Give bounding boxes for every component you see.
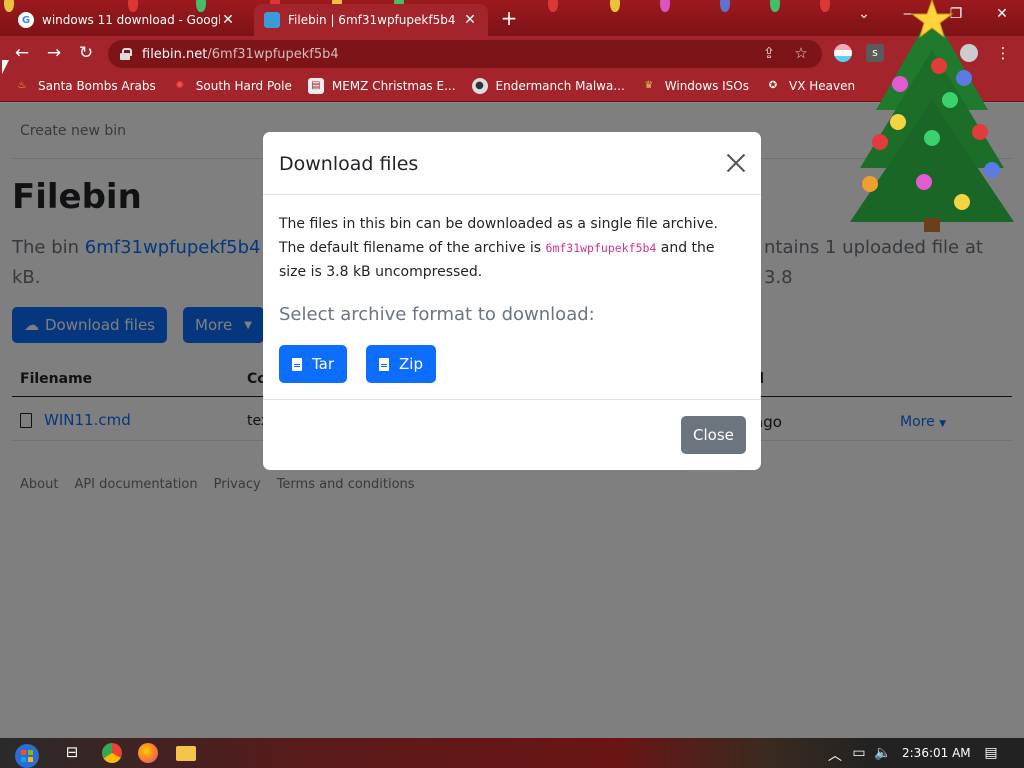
firefox-taskbar-icon[interactable] [138, 743, 158, 763]
modal-footer-divider [263, 399, 761, 400]
button-label: Tar [312, 355, 335, 373]
logo-icon: ✪ [768, 80, 778, 91]
download-files-modal: Download files The files in this bin can… [263, 132, 761, 470]
folder-icon: ♛ [644, 80, 654, 91]
christmas-tree-decoration [850, 0, 1014, 232]
bookmark-windows-isos[interactable]: ♛ Windows ISOs [641, 78, 749, 94]
lock-icon [120, 48, 132, 60]
bookmark-south-hard-pole[interactable]: ✺ South Hard Pole [172, 78, 292, 94]
virus-icon: ✺ [175, 80, 184, 91]
reload-button[interactable]: ↻ [76, 43, 96, 63]
chrome-taskbar-icon[interactable] [102, 743, 122, 763]
close-tab-icon[interactable]: ✕ [462, 12, 478, 28]
button-label: Zip [399, 355, 423, 373]
show-hidden-icons-chevron[interactable]: ︿ [826, 745, 844, 765]
bookmark-label: Santa Bombs Arabs [38, 78, 156, 93]
taskbar: ⊟ ︿ ▭ 🔈 2:36:01 AM ▤ [0, 738, 1024, 768]
bookmark-endermanch[interactable]: ● Endermanch Malwa... [471, 77, 625, 94]
new-tab-button[interactable]: + [498, 8, 520, 28]
christmas-light [548, 0, 558, 12]
christmas-light [720, 0, 730, 12]
tab-google-search[interactable]: G windows 11 download - Google ✕ [8, 4, 246, 36]
bookmark-label: Windows ISOs [664, 78, 749, 93]
mouse-cursor-icon [2, 60, 9, 74]
network-icon[interactable]: ▭ [850, 745, 868, 761]
christmas-light [770, 0, 780, 12]
bookmark-star-icon[interactable]: ☆ [792, 44, 810, 62]
bookmark-label: MEMZ Christmas E... [331, 78, 456, 93]
tab-title: Filebin | 6mf31wpfupekf5b4 [288, 13, 456, 27]
bookmark-santa-bombs[interactable]: ♨ Santa Bombs Arabs [14, 78, 156, 94]
christmas-light [660, 0, 670, 12]
filebin-icon [264, 12, 280, 28]
page-icon: ▤ [307, 77, 324, 94]
christmas-light [820, 0, 830, 12]
modal-body-text: The files in this bin can be downloaded … [279, 216, 718, 280]
taskbar-clock[interactable]: 2:36:01 AM [902, 746, 971, 760]
bookmark-vx-heaven[interactable]: ✪ VX Heaven [765, 78, 855, 94]
bookmark-memz[interactable]: ▤ MEMZ Christmas E... [307, 77, 456, 94]
google-icon: G [18, 12, 34, 28]
file-icon [379, 357, 389, 371]
archive-filename: 6mf31wpfupekf5b4 [545, 241, 657, 255]
christmas-light [610, 0, 620, 12]
bookmark-label: South Hard Pole [195, 78, 292, 93]
bookmark-label: Endermanch Malwa... [495, 78, 625, 93]
download-zip-button[interactable]: Zip [366, 345, 436, 383]
close-icon[interactable] [725, 152, 747, 174]
tab-title: windows 11 download - Google [42, 13, 220, 27]
forward-button[interactable]: → [44, 43, 64, 63]
task-view-icon[interactable]: ⊟ [62, 743, 82, 763]
modal-title: Download files [279, 153, 419, 175]
start-button[interactable] [10, 738, 44, 768]
share-icon[interactable]: ⇪ [760, 44, 778, 62]
notification-icon[interactable]: ▤ [982, 745, 1000, 761]
close-button[interactable]: Close [681, 416, 746, 454]
raccoon-icon: ● [471, 77, 488, 94]
close-tab-icon[interactable]: ✕ [220, 12, 236, 28]
file-explorer-icon[interactable] [176, 746, 196, 761]
archive-format-label: Select archive format to download: [279, 304, 595, 325]
tab-filebin[interactable]: Filebin | 6mf31wpfupekf5b4 ✕ [254, 4, 488, 36]
download-tar-button[interactable]: Tar [279, 345, 348, 383]
volume-icon[interactable]: 🔈 [874, 745, 892, 761]
url-text: filebin.net/6mf31wpfupekf5b4 [142, 46, 339, 62]
file-icon [292, 357, 302, 371]
bomb-icon: ♨ [17, 80, 27, 91]
modal-header: Download files [263, 132, 761, 195]
back-button[interactable]: ← [12, 43, 32, 63]
address-bar[interactable]: filebin.net/6mf31wpfupekf5b4 [108, 40, 822, 68]
